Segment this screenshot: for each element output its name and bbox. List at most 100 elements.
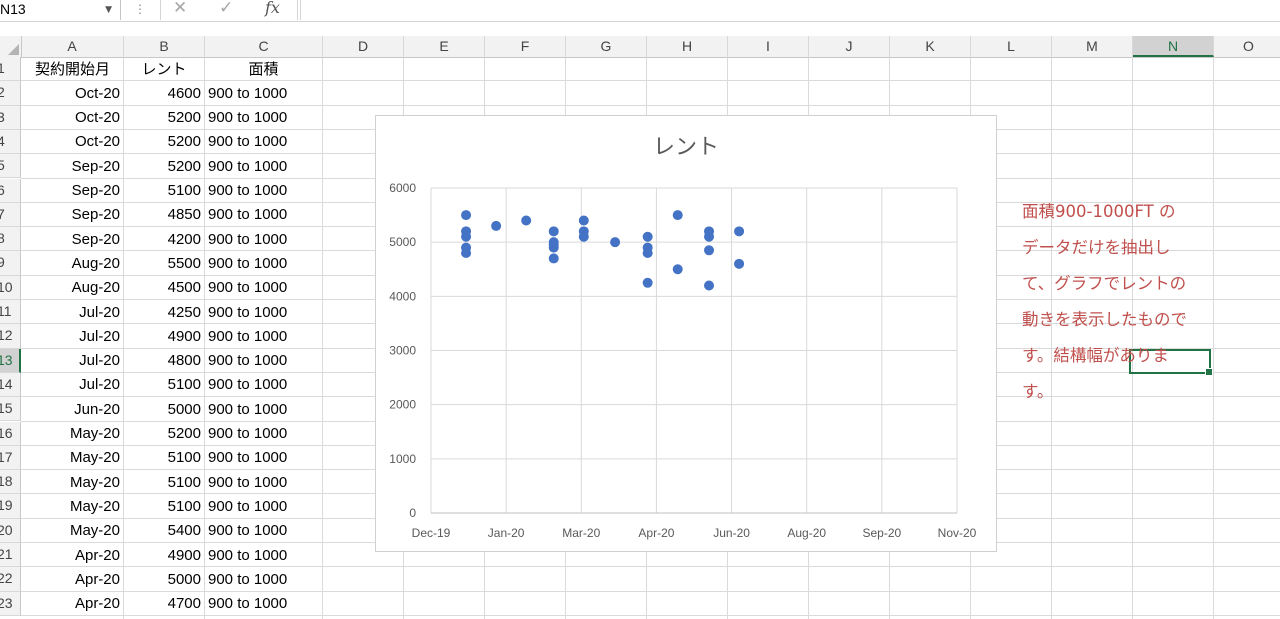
table-cell-rent[interactable]: 5200 <box>124 106 204 130</box>
table-cell-month[interactable]: Apr-20 <box>22 592 123 616</box>
table-cell-rent[interactable]: 4900 <box>124 544 204 568</box>
row-header-10[interactable]: 10 <box>0 275 21 300</box>
row-header-7[interactable]: 7 <box>0 202 21 228</box>
table-cell-area[interactable]: 900 to 1000 <box>205 495 322 519</box>
table-cell-area[interactable]: 900 to 1000 <box>205 471 322 495</box>
header-cell-month[interactable]: 契約開始月 <box>22 58 123 82</box>
table-cell-rent[interactable]: 5200 <box>124 155 204 179</box>
table-cell-area[interactable]: 900 to 1000 <box>205 130 322 154</box>
table-cell-month[interactable]: May-20 <box>22 422 123 446</box>
table-cell-rent[interactable]: 5400 <box>124 519 204 543</box>
table-cell-rent[interactable]: 5100 <box>124 495 204 519</box>
table-cell-month[interactable]: May-20 <box>22 471 123 495</box>
insert-function-icon[interactable]: fx <box>265 0 280 16</box>
row-header-14[interactable]: 14 <box>0 372 21 398</box>
table-cell-rent[interactable]: 5100 <box>124 446 204 470</box>
column-header-g[interactable]: G <box>566 36 647 57</box>
column-header-i[interactable]: I <box>728 36 809 57</box>
table-cell-rent[interactable]: 5100 <box>124 179 204 203</box>
table-cell-month[interactable]: Jul-20 <box>22 325 123 349</box>
row-header-11[interactable]: 11 <box>0 300 21 325</box>
table-cell-month[interactable]: Sep-20 <box>22 228 123 252</box>
table-cell-rent[interactable]: 5500 <box>124 252 204 276</box>
table-cell-area[interactable]: 900 to 1000 <box>205 422 322 446</box>
enter-icon[interactable]: ✓ <box>219 0 233 17</box>
table-cell-month[interactable]: Apr-20 <box>22 544 123 568</box>
row-header-22[interactable]: 22 <box>0 567 21 592</box>
row-header-6[interactable]: 6 <box>0 178 21 203</box>
drag-handle-icon[interactable]: ⋮ <box>134 0 146 18</box>
table-cell-month[interactable]: Oct-20 <box>22 106 123 130</box>
table-cell-month[interactable]: May-20 <box>22 495 123 519</box>
row-header-4[interactable]: 4 <box>0 129 21 155</box>
table-cell-area[interactable]: 900 to 1000 <box>205 592 322 616</box>
row-header-19[interactable]: 19 <box>0 494 21 519</box>
table-cell-area[interactable]: 900 to 1000 <box>205 349 322 373</box>
header-cell-rent[interactable]: レント <box>124 58 204 82</box>
table-cell-rent[interactable]: 4500 <box>124 276 204 300</box>
table-cell-month[interactable]: Apr-20 <box>22 568 123 592</box>
row-header-3[interactable]: 3 <box>0 105 21 130</box>
row-header-1[interactable]: 1 <box>0 57 21 82</box>
row-header-15[interactable]: 15 <box>0 397 21 422</box>
column-header-a[interactable]: A <box>21 36 124 57</box>
table-cell-area[interactable]: 900 to 1000 <box>205 106 322 130</box>
table-cell-rent[interactable]: 5200 <box>124 422 204 446</box>
table-cell-month[interactable]: Oct-20 <box>22 130 123 154</box>
row-header-8[interactable]: 8 <box>0 227 21 252</box>
table-cell-area[interactable]: 900 to 1000 <box>205 373 322 397</box>
table-cell-rent[interactable]: 5200 <box>124 130 204 154</box>
column-header-n[interactable]: N <box>1133 36 1214 57</box>
row-header-21[interactable]: 21 <box>0 543 21 568</box>
table-cell-area[interactable]: 900 to 1000 <box>205 325 322 349</box>
column-header-o[interactable]: O <box>1214 36 1280 57</box>
column-header-k[interactable]: K <box>890 36 971 57</box>
table-cell-month[interactable]: Sep-20 <box>22 203 123 227</box>
table-cell-month[interactable]: Sep-20 <box>22 155 123 179</box>
table-cell-month[interactable]: Jun-20 <box>22 398 123 422</box>
column-header-j[interactable]: J <box>809 36 890 57</box>
table-cell-rent[interactable]: 5100 <box>124 373 204 397</box>
row-header-17[interactable]: 17 <box>0 445 21 471</box>
table-cell-month[interactable]: Sep-20 <box>22 179 123 203</box>
table-cell-rent[interactable]: 4600 <box>124 82 204 106</box>
table-cell-rent[interactable]: 4200 <box>124 228 204 252</box>
table-cell-month[interactable]: Jul-20 <box>22 349 123 373</box>
table-cell-rent[interactable]: 5100 <box>124 471 204 495</box>
column-header-e[interactable]: E <box>404 36 485 57</box>
table-cell-rent[interactable]: 4850 <box>124 203 204 227</box>
table-cell-month[interactable]: Aug-20 <box>22 252 123 276</box>
table-cell-area[interactable]: 900 to 1000 <box>205 276 322 300</box>
table-cell-area[interactable]: 900 to 1000 <box>205 82 322 106</box>
table-cell-month[interactable]: Jul-20 <box>22 373 123 397</box>
table-cell-area[interactable]: 900 to 1000 <box>205 252 322 276</box>
row-header-18[interactable]: 18 <box>0 470 21 495</box>
table-cell-area[interactable]: 900 to 1000 <box>205 544 322 568</box>
column-header-b[interactable]: B <box>124 36 205 57</box>
chevron-down-icon[interactable]: ▼ <box>105 1 112 19</box>
table-cell-rent[interactable]: 5000 <box>124 568 204 592</box>
table-cell-area[interactable]: 900 to 1000 <box>205 203 322 227</box>
table-cell-area[interactable]: 900 to 1000 <box>205 446 322 470</box>
table-cell-month[interactable]: May-20 <box>22 446 123 470</box>
header-cell-area[interactable]: 面積 <box>205 58 322 82</box>
formula-input[interactable] <box>300 0 1280 20</box>
column-header-l[interactable]: L <box>971 36 1052 57</box>
table-cell-month[interactable]: May-20 <box>22 519 123 543</box>
annotation-text[interactable]: 面積900-1000FT の データだけを抽出し て、グラフでレントの 動きを表… <box>1022 194 1222 410</box>
row-header-2[interactable]: 2 <box>0 81 21 106</box>
row-header-23[interactable]: 23 <box>0 591 21 616</box>
table-cell-area[interactable]: 900 to 1000 <box>205 568 322 592</box>
row-header-12[interactable]: 12 <box>0 324 21 349</box>
rent-scatter-chart[interactable]: レント 0 1000 2000 3000 4000 5000 6000 Dec-19 Jan-20… <box>375 115 997 552</box>
column-header-h[interactable]: H <box>647 36 728 57</box>
table-cell-area[interactable]: 900 to 1000 <box>205 519 322 543</box>
table-cell-month[interactable]: Jul-20 <box>22 301 123 325</box>
row-header-13[interactable]: 13 <box>0 348 21 373</box>
name-box[interactable]: N13 ▼ <box>0 0 121 20</box>
row-header-9[interactable]: 9 <box>0 251 21 276</box>
table-cell-month[interactable]: Oct-20 <box>22 82 123 106</box>
table-cell-area[interactable]: 900 to 1000 <box>205 301 322 325</box>
table-cell-area[interactable]: 900 to 1000 <box>205 398 322 422</box>
table-cell-rent[interactable]: 5000 <box>124 398 204 422</box>
